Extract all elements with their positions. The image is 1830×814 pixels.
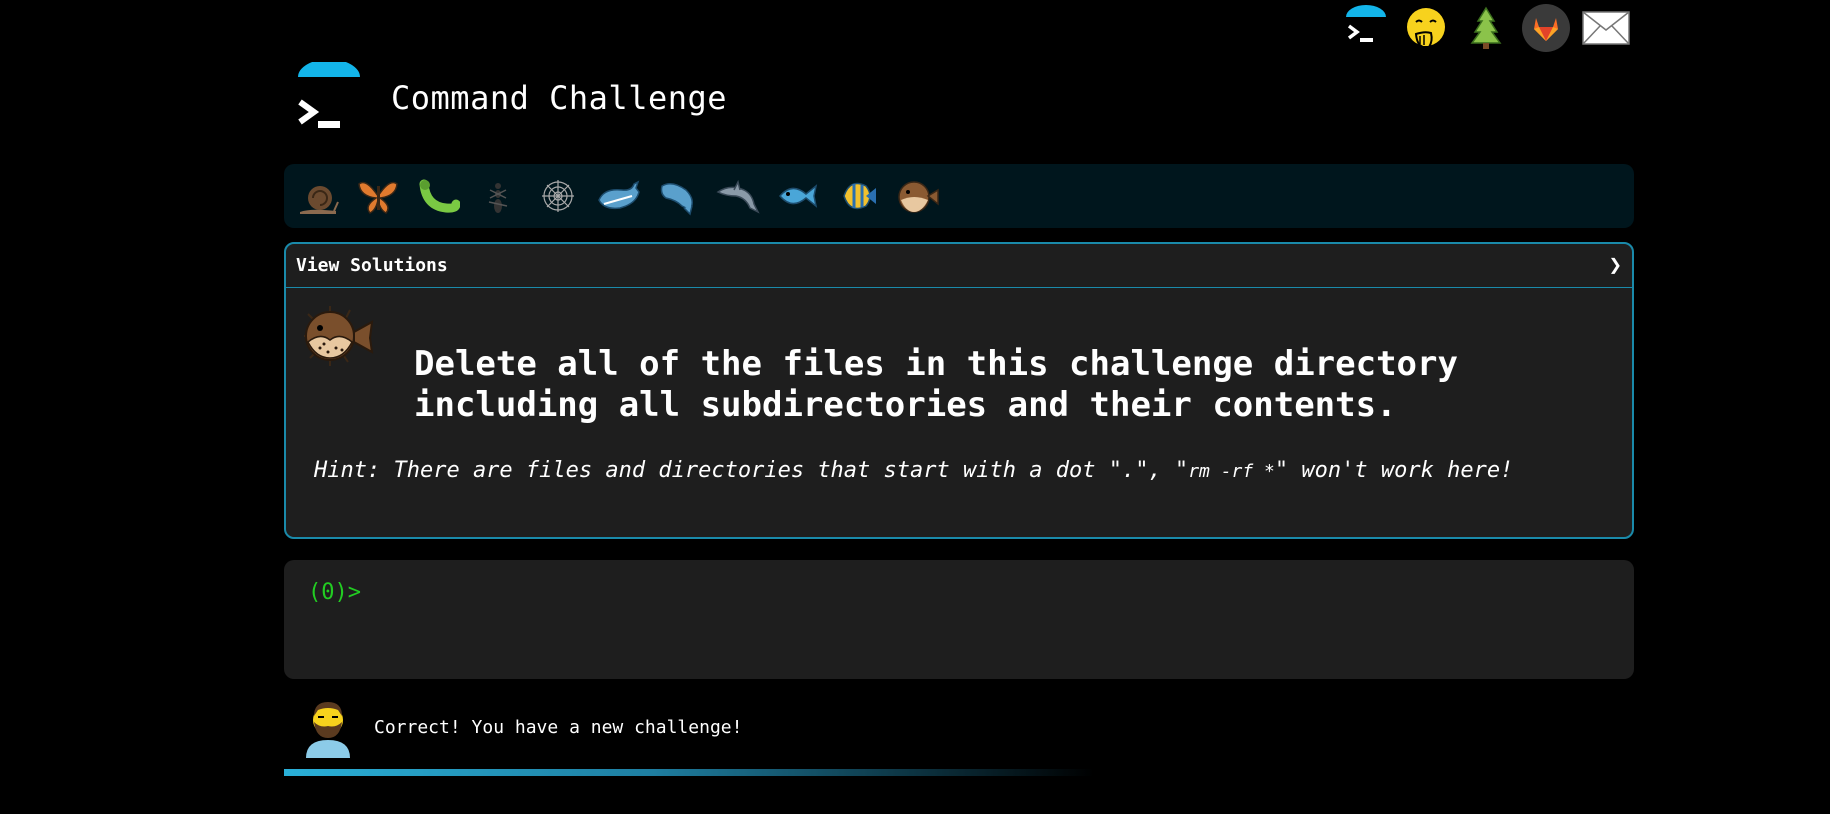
page-title: Command Challenge bbox=[391, 79, 728, 117]
hint-code: rm -rf * bbox=[1188, 461, 1275, 482]
butterfly-icon[interactable] bbox=[352, 170, 404, 222]
whale-icon[interactable] bbox=[592, 170, 644, 222]
bug-icon[interactable] bbox=[412, 170, 464, 222]
level-selector bbox=[284, 164, 1634, 228]
status-message-area: Correct! You have a new challenge! bbox=[300, 696, 742, 758]
dolphin-icon[interactable] bbox=[712, 170, 764, 222]
blowfish-icon bbox=[304, 306, 374, 366]
fish-icon[interactable] bbox=[772, 170, 824, 222]
app-logo-icon[interactable] bbox=[284, 62, 364, 134]
ant-icon[interactable] bbox=[472, 170, 524, 222]
envelope-icon[interactable] bbox=[1580, 2, 1632, 54]
view-solutions-toggle[interactable]: View Solutions ❯ bbox=[286, 244, 1632, 288]
progress-bar bbox=[284, 769, 1094, 776]
challenge-panel: View Solutions ❯ Delete all of the files… bbox=[284, 242, 1634, 539]
face-with-hand-over-mouth-icon[interactable] bbox=[1400, 2, 1452, 54]
page-header: Command Challenge bbox=[284, 62, 727, 134]
tropical-fish-icon[interactable] bbox=[832, 170, 884, 222]
spider-web-icon[interactable] bbox=[532, 170, 584, 222]
evergreen-tree-icon[interactable] bbox=[1460, 2, 1512, 54]
blowfish-icon[interactable] bbox=[892, 170, 944, 222]
chevron-right-icon[interactable]: ❯ bbox=[1609, 253, 1622, 278]
man-avatar-icon bbox=[306, 702, 350, 758]
whale-spouting-icon[interactable] bbox=[652, 170, 704, 222]
status-message: Correct! You have a new challenge! bbox=[374, 716, 743, 738]
top-nav bbox=[1340, 2, 1632, 54]
hint-text-suffix: " won't work here! bbox=[1274, 458, 1514, 483]
terminal-input-area[interactable]: (0)> bbox=[284, 560, 1634, 679]
hint-text-prefix: Hint: There are files and directories th… bbox=[314, 458, 1189, 483]
snail-icon[interactable] bbox=[292, 170, 344, 222]
terminal-prompt: (0)> bbox=[308, 580, 361, 605]
challenge-description: Delete all of the files in this challeng… bbox=[414, 344, 1458, 425]
view-solutions-label: View Solutions bbox=[296, 255, 448, 276]
terminal-logo-icon[interactable] bbox=[1340, 2, 1392, 54]
challenge-hint: Hint: There are files and directories th… bbox=[314, 458, 1513, 483]
gitlab-icon[interactable] bbox=[1520, 2, 1572, 54]
